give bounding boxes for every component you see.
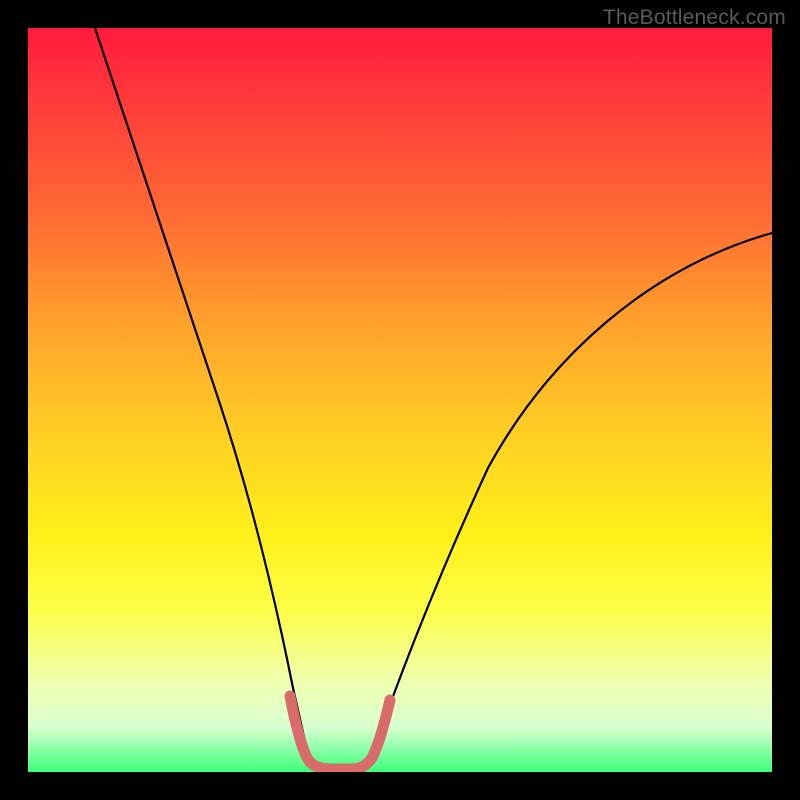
curve-svg xyxy=(28,28,772,772)
chart-container: TheBottleneck.com xyxy=(0,0,800,800)
highlight-segment xyxy=(290,696,390,769)
plot-area xyxy=(28,28,772,772)
watermark-text: TheBottleneck.com xyxy=(603,6,786,30)
main-curve xyxy=(95,28,772,768)
